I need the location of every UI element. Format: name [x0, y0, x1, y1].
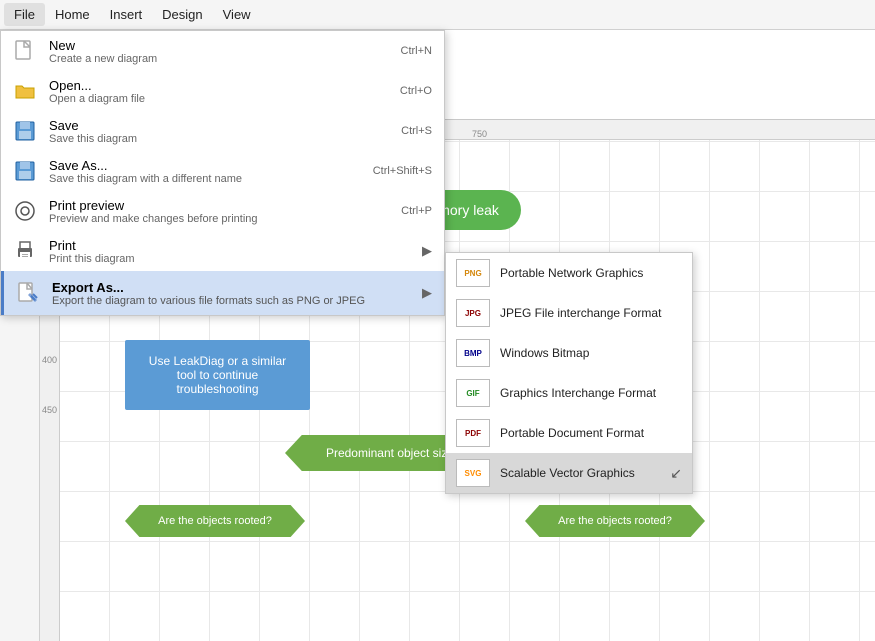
menu-file[interactable]: File [4, 3, 45, 26]
pdf-icon: PDF [456, 419, 490, 447]
export-svg[interactable]: SVG Scalable Vector Graphics ↙ [446, 453, 692, 493]
print-icon [13, 239, 37, 263]
new-title: New [49, 38, 389, 53]
main-area: 350 400 450 500 550 600 650 700 750 200 … [0, 120, 875, 641]
gif-icon: GIF [456, 379, 490, 407]
menu-item-save[interactable]: Save Save this diagram Ctrl+S [1, 111, 444, 151]
new-shortcut: Ctrl+N [401, 45, 432, 57]
menu-view[interactable]: View [213, 3, 261, 26]
save-text: Save Save this diagram [49, 118, 389, 145]
jpg-label: JPEG File interchange Format [500, 306, 661, 320]
menubar: File Home Insert Design View [0, 0, 875, 30]
open-text: Open... Open a diagram file [49, 78, 388, 105]
file-menu: New Create a new diagram Ctrl+N Open... … [0, 30, 445, 316]
cursor-indicator: ↙ [670, 465, 682, 482]
export-arrow: ▶ [422, 285, 432, 301]
menu-design[interactable]: Design [152, 3, 212, 26]
print-preview-shortcut: Ctrl+P [401, 205, 432, 217]
menu-item-print-preview[interactable]: Print preview Preview and make changes b… [1, 191, 444, 231]
export-subtitle: Export the diagram to various file forma… [52, 295, 410, 307]
menu-item-open[interactable]: Open... Open a diagram file Ctrl+O [1, 71, 444, 111]
save-as-title: Save As... [49, 158, 361, 173]
print-preview-text: Print preview Preview and make changes b… [49, 198, 389, 225]
print-text: Print Print this diagram [49, 238, 398, 265]
menu-item-new[interactable]: New Create a new diagram Ctrl+N [1, 31, 444, 71]
new-subtitle: Create a new diagram [49, 53, 389, 65]
export-gif[interactable]: GIF Graphics Interchange Format [446, 373, 692, 413]
export-pdf[interactable]: PDF Portable Document Format [446, 413, 692, 453]
export-submenu: PNG Portable Network Graphics JPG JPEG F… [445, 252, 693, 494]
menu-insert[interactable]: Insert [100, 3, 153, 26]
new-text: New Create a new diagram [49, 38, 389, 65]
menu-item-save-as[interactable]: Save As... Save this diagram with a diff… [1, 151, 444, 191]
export-doc-icon [16, 281, 40, 305]
open-title: Open... [49, 78, 388, 93]
print-preview-subtitle: Preview and make changes before printing [49, 213, 389, 225]
save-as-subtitle: Save this diagram with a different name [49, 173, 361, 185]
export-bmp[interactable]: BMP Windows Bitmap [446, 333, 692, 373]
bmp-label: Windows Bitmap [500, 346, 589, 360]
save-title: Save [49, 118, 389, 133]
gif-label: Graphics Interchange Format [500, 386, 656, 400]
png-icon: PNG [456, 259, 490, 287]
print-arrow: ▶ [422, 243, 432, 259]
save-subtitle: Save this diagram [49, 133, 389, 145]
open-shortcut: Ctrl+O [400, 85, 432, 97]
save-as-shortcut: Ctrl+Shift+S [373, 165, 432, 177]
print-subtitle: Print this diagram [49, 253, 398, 265]
save-as-icon [13, 159, 37, 183]
svg-icon: SVG [456, 459, 490, 487]
export-png[interactable]: PNG Portable Network Graphics [446, 253, 692, 293]
open-icon [13, 79, 37, 103]
export-text: Export As... Export the diagram to vario… [52, 280, 410, 307]
bmp-icon: BMP [456, 339, 490, 367]
svg-label: Scalable Vector Graphics [500, 466, 635, 480]
save-shortcut: Ctrl+S [401, 125, 432, 137]
print-preview-title: Print preview [49, 198, 389, 213]
menu-home[interactable]: Home [45, 3, 100, 26]
menu-item-export[interactable]: Export As... Export the diagram to vario… [1, 271, 444, 315]
new-icon [13, 39, 37, 63]
menu-item-print[interactable]: Print Print this diagram ▶ [1, 231, 444, 271]
export-jpg[interactable]: JPG JPEG File interchange Format [446, 293, 692, 333]
pdf-label: Portable Document Format [500, 426, 644, 440]
save-icon [13, 119, 37, 143]
print-title: Print [49, 238, 398, 253]
jpg-icon: JPG [456, 299, 490, 327]
print-preview-icon [13, 199, 37, 223]
open-subtitle: Open a diagram file [49, 93, 388, 105]
export-title: Export As... [52, 280, 410, 295]
file-menu-overlay: New Create a new diagram Ctrl+N Open... … [0, 30, 875, 551]
save-as-text: Save As... Save this diagram with a diff… [49, 158, 361, 185]
png-label: Portable Network Graphics [500, 266, 643, 280]
